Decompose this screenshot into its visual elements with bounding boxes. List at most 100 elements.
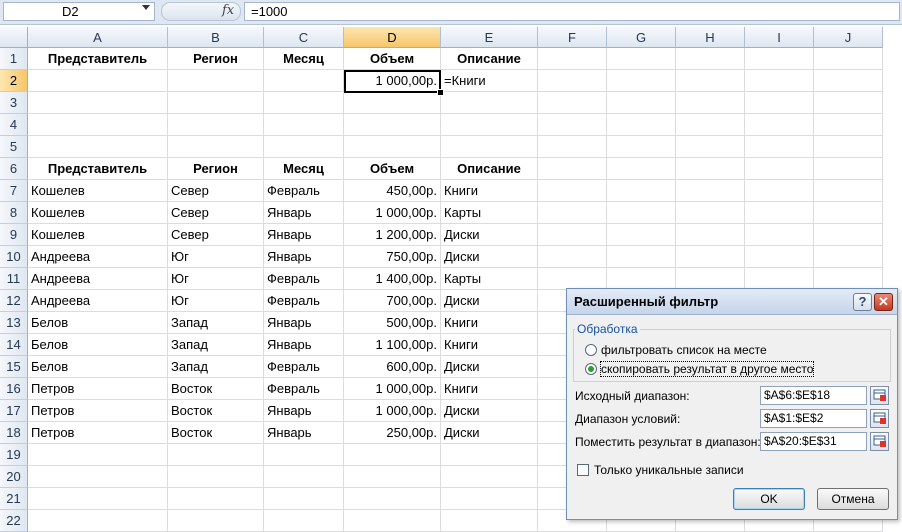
name-box-dropdown-icon[interactable] — [142, 5, 150, 10]
cell-i2[interactable] — [745, 70, 814, 92]
cell-a2[interactable] — [28, 70, 168, 92]
cell-i11[interactable] — [745, 268, 814, 290]
row-header-4[interactable]: 4 — [0, 114, 28, 136]
cell-d17[interactable]: 1 000,00р. — [344, 400, 441, 422]
cell-j3[interactable] — [814, 92, 883, 114]
cell-c8[interactable]: Январь — [264, 202, 344, 224]
cell-j10[interactable] — [814, 246, 883, 268]
cell-b2[interactable] — [168, 70, 264, 92]
cell-f11[interactable] — [538, 268, 607, 290]
cell-d16[interactable]: 1 000,00р. — [344, 378, 441, 400]
cell-a15[interactable]: Белов — [28, 356, 168, 378]
cell-c3[interactable] — [264, 92, 344, 114]
cell-c4[interactable] — [264, 114, 344, 136]
row-header-22[interactable]: 22 — [0, 510, 28, 532]
cell-d13[interactable]: 500,00р. — [344, 312, 441, 334]
cell-j6[interactable] — [814, 158, 883, 180]
column-header-c[interactable]: C — [264, 27, 344, 48]
cell-f7[interactable] — [538, 180, 607, 202]
cell-e13[interactable]: Книги — [441, 312, 538, 334]
cell-c2[interactable] — [264, 70, 344, 92]
cell-b11[interactable]: Юг — [168, 268, 264, 290]
cell-h3[interactable] — [676, 92, 745, 114]
cell-j2[interactable] — [814, 70, 883, 92]
cell-a11[interactable]: Андреева — [28, 268, 168, 290]
cell-d14[interactable]: 1 100,00р. — [344, 334, 441, 356]
cell-a16[interactable]: Петров — [28, 378, 168, 400]
cell-a13[interactable]: Белов — [28, 312, 168, 334]
cell-f1[interactable] — [538, 48, 607, 70]
cell-d12[interactable]: 700,00р. — [344, 290, 441, 312]
cell-b22[interactable] — [168, 510, 264, 532]
cell-c14[interactable]: Январь — [264, 334, 344, 356]
cell-b17[interactable]: Восток — [168, 400, 264, 422]
cell-a8[interactable]: Кошелев — [28, 202, 168, 224]
row-header-15[interactable]: 15 — [0, 356, 28, 378]
cell-c11[interactable]: Февраль — [264, 268, 344, 290]
cell-j8[interactable] — [814, 202, 883, 224]
cell-d7[interactable]: 450,00р. — [344, 180, 441, 202]
cell-i5[interactable] — [745, 136, 814, 158]
cell-j9[interactable] — [814, 224, 883, 246]
cell-j4[interactable] — [814, 114, 883, 136]
cell-d11[interactable]: 1 400,00р. — [344, 268, 441, 290]
cell-e18[interactable]: Диски — [441, 422, 538, 444]
cell-a21[interactable] — [28, 488, 168, 510]
cell-e8[interactable]: Карты — [441, 202, 538, 224]
row-header-13[interactable]: 13 — [0, 312, 28, 334]
cell-a4[interactable] — [28, 114, 168, 136]
ok-button[interactable]: OK — [733, 488, 805, 510]
close-button[interactable]: ✕ — [874, 293, 893, 311]
cell-c12[interactable]: Февраль — [264, 290, 344, 312]
row-header-5[interactable]: 5 — [0, 136, 28, 158]
cell-e9[interactable]: Диски — [441, 224, 538, 246]
cell-g4[interactable] — [607, 114, 676, 136]
cell-e2[interactable]: =Книги — [441, 70, 538, 92]
cell-b13[interactable]: Запад — [168, 312, 264, 334]
cell-g7[interactable] — [607, 180, 676, 202]
unique-records-checkbox[interactable] — [577, 464, 589, 476]
formula-input[interactable]: =1000 — [244, 2, 900, 21]
cell-a7[interactable]: Кошелев — [28, 180, 168, 202]
cell-e11[interactable]: Карты — [441, 268, 538, 290]
cell-j5[interactable] — [814, 136, 883, 158]
cell-c21[interactable] — [264, 488, 344, 510]
row-header-21[interactable]: 21 — [0, 488, 28, 510]
cell-d6[interactable]: Объем — [344, 158, 441, 180]
cell-i8[interactable] — [745, 202, 814, 224]
column-header-j[interactable]: J — [814, 27, 883, 48]
cell-d20[interactable] — [344, 466, 441, 488]
cell-j7[interactable] — [814, 180, 883, 202]
name-box[interactable]: D2 — [3, 2, 155, 21]
cell-f3[interactable] — [538, 92, 607, 114]
select-all-corner[interactable] — [0, 27, 28, 48]
cell-b4[interactable] — [168, 114, 264, 136]
cell-e12[interactable]: Диски — [441, 290, 538, 312]
cell-f9[interactable] — [538, 224, 607, 246]
cell-c13[interactable]: Январь — [264, 312, 344, 334]
help-button[interactable]: ? — [853, 293, 872, 311]
cell-d4[interactable] — [344, 114, 441, 136]
list-range-input[interactable]: $A$6:$E$18 — [760, 386, 867, 405]
column-header-i[interactable]: I — [745, 27, 814, 48]
radio-copy-to[interactable] — [585, 363, 597, 375]
cell-d10[interactable]: 750,00р. — [344, 246, 441, 268]
column-header-e[interactable]: E — [441, 27, 538, 48]
cell-b6[interactable]: Регион — [168, 158, 264, 180]
cell-d22[interactable] — [344, 510, 441, 532]
cell-b12[interactable]: Юг — [168, 290, 264, 312]
cell-a22[interactable] — [28, 510, 168, 532]
row-header-10[interactable]: 10 — [0, 246, 28, 268]
row-header-18[interactable]: 18 — [0, 422, 28, 444]
cell-c18[interactable]: Январь — [264, 422, 344, 444]
cell-j11[interactable] — [814, 268, 883, 290]
cell-c17[interactable]: Январь — [264, 400, 344, 422]
cell-a17[interactable]: Петров — [28, 400, 168, 422]
cell-a5[interactable] — [28, 136, 168, 158]
cell-f5[interactable] — [538, 136, 607, 158]
row-header-2[interactable]: 2 — [0, 70, 28, 92]
criteria-range-input[interactable]: $A$1:$E$2 — [760, 409, 867, 428]
cell-g10[interactable] — [607, 246, 676, 268]
radio-copy-to-label[interactable]: скопировать результат в другое место — [599, 361, 815, 377]
copy-to-input[interactable]: $A$20:$E$31 — [760, 432, 867, 451]
